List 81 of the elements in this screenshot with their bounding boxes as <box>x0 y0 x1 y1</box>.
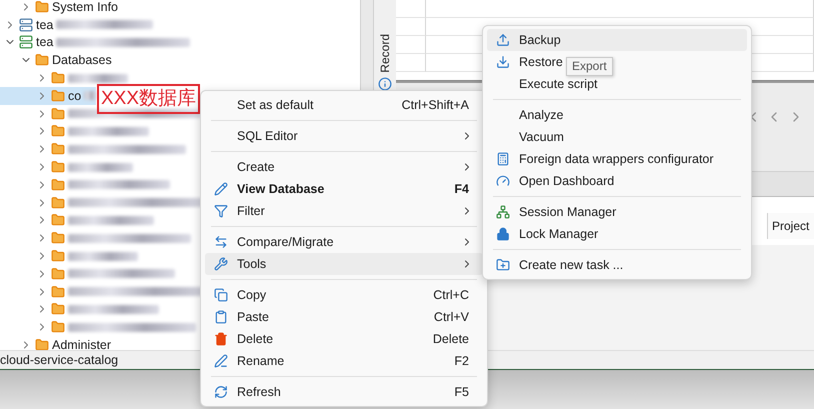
menu-item[interactable]: Rename F2 <box>205 350 483 372</box>
menu-item[interactable]: Compare/Migrate <box>205 231 483 253</box>
menu-item[interactable]: Execute script <box>487 73 598 95</box>
tree-item[interactable]: tea <box>0 34 190 52</box>
shortcut-text: F2 <box>454 354 469 368</box>
folder-icon <box>35 0 49 14</box>
menu-item[interactable]: Delete Delete <box>205 328 483 350</box>
menu-item[interactable]: Filter <box>205 200 483 222</box>
shortcut-text: Ctrl+V <box>434 310 469 324</box>
folder-icon <box>51 160 65 174</box>
download-icon <box>496 55 510 69</box>
annotation-label: XXX数据库 <box>97 84 200 114</box>
copy-icon <box>214 288 228 302</box>
refresh-icon <box>214 385 228 399</box>
tooltip: Export <box>566 57 613 76</box>
tree-item[interactable]: Administer <box>0 336 112 350</box>
menu-item[interactable]: Paste Ctrl+V <box>205 306 483 328</box>
folder-icon <box>35 53 49 68</box>
filter-icon <box>214 204 228 218</box>
folder-icon <box>51 213 65 228</box>
menu-item[interactable]: Lock Manager <box>487 223 598 245</box>
folder-icon <box>51 249 65 264</box>
menu-item[interactable]: Vacuum <box>487 126 564 148</box>
folder-icon <box>51 284 65 299</box>
tree-item[interactable]: System Info <box>0 0 118 16</box>
folder-icon <box>51 302 65 316</box>
pen-icon <box>214 354 228 368</box>
upload-icon <box>496 33 510 47</box>
menu-item[interactable]: Set as default Ctrl+Shift+A <box>205 94 483 116</box>
folder-icon <box>51 71 65 86</box>
trash-icon <box>214 332 228 346</box>
shortcut-text: F5 <box>454 385 469 399</box>
record-tab[interactable]: Record <box>378 34 392 73</box>
menu-item[interactable]: Backup <box>487 29 747 51</box>
clipboard-icon <box>214 310 228 324</box>
menu-item[interactable]: Create new task ... <box>487 254 624 276</box>
folder-plus-icon <box>496 258 510 272</box>
menu-item[interactable]: View Database F4 <box>205 178 483 200</box>
menu-item[interactable]: Create <box>205 156 483 178</box>
folder-icon <box>51 320 65 334</box>
folder-icon <box>51 178 65 192</box>
tree-label: tea <box>36 35 54 50</box>
shortcut-text: Ctrl+Shift+A <box>402 98 469 112</box>
menu-item[interactable]: Session Manager <box>487 201 616 223</box>
table-icon <box>496 152 510 166</box>
folder-icon <box>51 266 65 281</box>
tree-label: tea <box>36 18 54 32</box>
record-info-icon <box>378 76 392 91</box>
status-text: cloud-service-catalog <box>0 353 118 367</box>
menu-item[interactable]: Analyze <box>487 104 564 126</box>
menu-item[interactable]: Restore <box>487 51 563 73</box>
menu-item[interactable]: Foreign data wrappers configurator <box>487 148 714 170</box>
menu-item[interactable]: Tools <box>205 253 483 275</box>
folder-icon <box>51 196 65 210</box>
folder-icon <box>51 124 65 138</box>
folder-icon <box>51 142 65 156</box>
column-header[interactable]: Project <box>767 213 814 239</box>
tree-item[interactable]: co <box>0 86 96 105</box>
tree-label: Administer <box>52 338 112 350</box>
folder-icon <box>51 88 65 103</box>
tree-item[interactable]: Databases <box>0 51 112 70</box>
menu-item[interactable]: Open Dashboard <box>487 170 614 192</box>
hierarchy-icon <box>496 205 510 219</box>
folder-icon <box>51 231 65 246</box>
wrench-icon <box>214 257 228 271</box>
menu-item[interactable]: Refresh F5 <box>205 381 483 403</box>
tree-label: co <box>68 88 82 103</box>
tree-item[interactable]: tea <box>0 16 154 34</box>
folder-icon <box>35 338 49 350</box>
shortcut-text: Delete <box>432 332 469 346</box>
folder-icon <box>51 106 65 121</box>
shortcut-text: F4 <box>454 182 469 196</box>
compare-icon <box>214 235 228 249</box>
pencil-icon <box>214 182 228 196</box>
gauge-icon <box>496 174 510 188</box>
lock-icon <box>496 227 510 241</box>
tree-label: System Info <box>52 0 118 14</box>
menu-item[interactable]: Copy Ctrl+C <box>205 284 483 306</box>
tree-label: Databases <box>52 53 112 68</box>
shortcut-text: Ctrl+C <box>433 288 469 302</box>
menu-item[interactable]: SQL Editor <box>205 125 483 147</box>
